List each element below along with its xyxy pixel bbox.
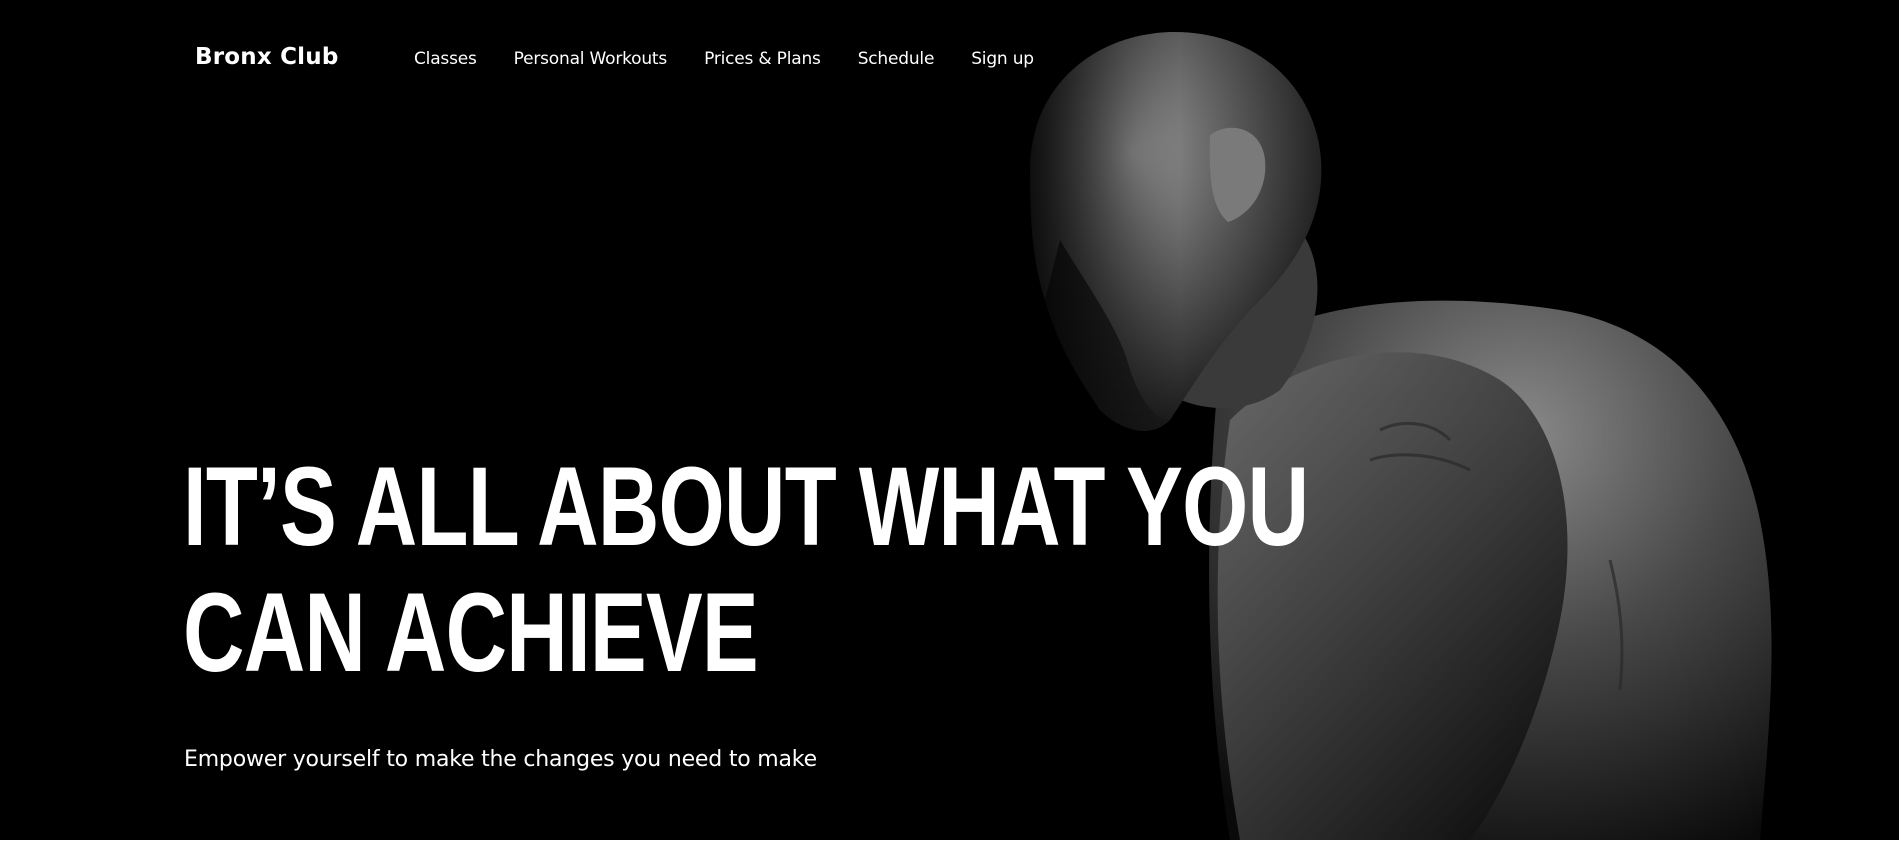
hero-headline-line-2: CAN ACHIEVE bbox=[183, 570, 759, 695]
hero-athlete-image bbox=[1000, 0, 1899, 840]
hero-headline: IT’S ALL ABOUT WHAT YOU CAN ACHIEVE bbox=[183, 444, 1309, 696]
main-nav: Classes Personal Workouts Prices & Plans… bbox=[414, 49, 1034, 69]
nav-item-personal-workouts[interactable]: Personal Workouts bbox=[514, 49, 668, 69]
nav-item-prices-plans[interactable]: Prices & Plans bbox=[704, 49, 821, 69]
nav-item-classes[interactable]: Classes bbox=[414, 49, 477, 69]
hero-section: Bronx Club Classes Personal Workouts Pri… bbox=[0, 0, 1899, 840]
nav-item-sign-up[interactable]: Sign up bbox=[971, 49, 1034, 69]
hero-headline-line-1: IT’S ALL ABOUT WHAT YOU bbox=[183, 444, 1309, 569]
hero-tagline: Empower yourself to make the changes you… bbox=[184, 747, 817, 772]
nav-item-schedule[interactable]: Schedule bbox=[858, 49, 935, 69]
brand-logo[interactable]: Bronx Club bbox=[195, 44, 339, 70]
